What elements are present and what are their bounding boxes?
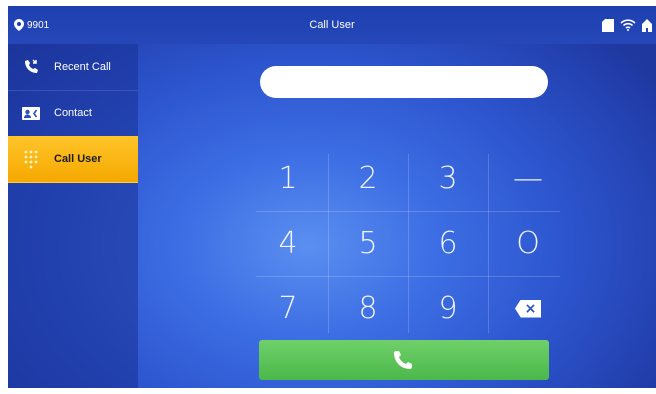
- sidebar-item-label: Recent Call: [54, 61, 111, 73]
- key-6[interactable]: 6: [408, 211, 488, 276]
- key-4[interactable]: 4: [248, 211, 328, 276]
- home-icon[interactable]: [642, 18, 652, 32]
- phone-icon: [394, 351, 412, 369]
- sidebar-item-label: Contact: [54, 107, 92, 119]
- sidebar-item-call-user[interactable]: Call User: [8, 136, 138, 183]
- key-7[interactable]: 7: [248, 276, 328, 341]
- top-bar: 9901 Call User: [8, 6, 656, 44]
- page-title: Call User: [309, 19, 355, 31]
- status-icons: [602, 6, 652, 44]
- key-o[interactable]: O: [488, 211, 568, 276]
- key-9[interactable]: 9: [408, 276, 488, 341]
- backspace-icon: ×: [515, 299, 541, 318]
- sidebar-item-label: Call User: [54, 153, 102, 165]
- dial-number-input[interactable]: [260, 66, 548, 98]
- call-button[interactable]: [259, 340, 549, 380]
- screen: 9901 Call User Recent Call Contact Call …: [8, 6, 656, 388]
- dial-keypad: 1 2 3 — 4 5 6 O 7 8 9 ×: [248, 146, 568, 341]
- key-8[interactable]: 8: [328, 276, 408, 341]
- sidebar-item-contact[interactable]: Contact: [8, 90, 138, 137]
- sidebar-item-recent-call[interactable]: Recent Call: [8, 44, 138, 91]
- key-3[interactable]: 3: [408, 146, 488, 211]
- key-1[interactable]: 1: [248, 146, 328, 211]
- backspace-button[interactable]: ×: [488, 276, 568, 341]
- keypad-icon: [8, 149, 54, 169]
- key-dash[interactable]: —: [488, 146, 568, 211]
- wifi-icon: [620, 19, 636, 31]
- key-2[interactable]: 2: [328, 146, 408, 211]
- contact-card-icon: [8, 106, 54, 120]
- key-5[interactable]: 5: [328, 211, 408, 276]
- recent-call-icon: [8, 59, 54, 75]
- sidebar: Recent Call Contact Call User: [8, 44, 138, 388]
- sd-card-icon: [602, 18, 614, 32]
